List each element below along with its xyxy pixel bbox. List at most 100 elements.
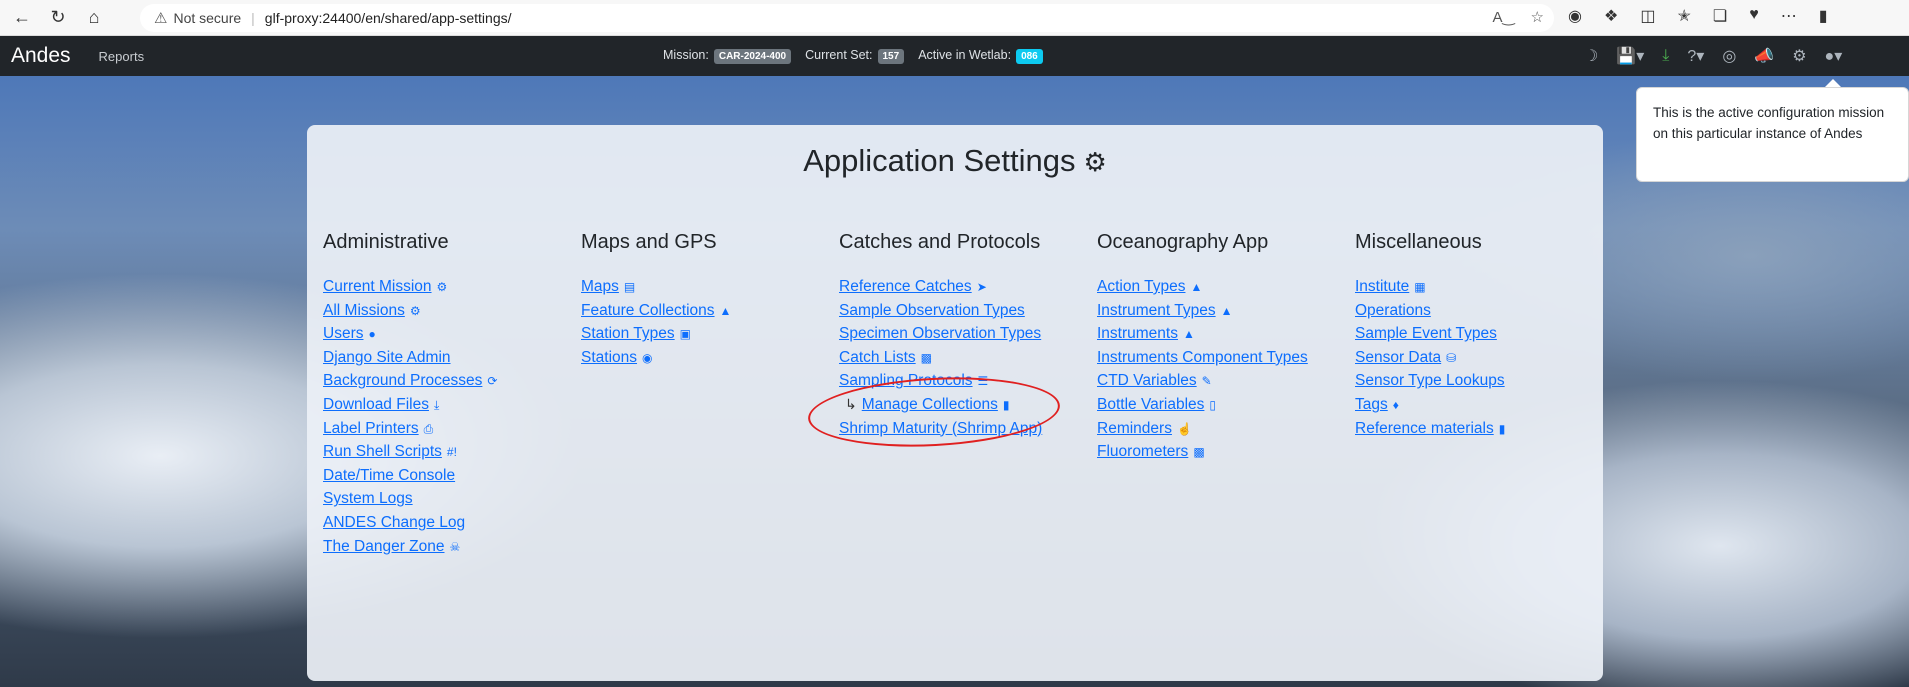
link-danger-zone[interactable]: The Danger Zone ☠: [323, 535, 573, 559]
link-tags[interactable]: Tags ♦: [1355, 393, 1605, 417]
link-label: Fluorometers: [1097, 443, 1189, 461]
link-label: Institute: [1355, 278, 1410, 295]
target-icon[interactable]: ◎: [1722, 46, 1736, 66]
sync-icon: ⟳: [487, 374, 498, 389]
gear-icon: ⚙: [436, 280, 448, 294]
link-institute[interactable]: Institute ▦: [1355, 275, 1605, 299]
link-label: Stations: [581, 348, 638, 366]
address-bar[interactable]: ⚠ Not secure | glf-proxy:24400/en/shared…: [140, 4, 1554, 32]
rocket-icon: ▲: [1190, 280, 1203, 294]
link-label: Reference Catches: [839, 278, 972, 295]
back-icon[interactable]: ←: [8, 4, 36, 32]
link-label: Sensor Type Lookups: [1355, 372, 1505, 390]
link-label: Current Mission: [323, 278, 432, 295]
link-label: Station Types: [581, 325, 675, 343]
link-system-logs[interactable]: System Logs: [323, 487, 573, 511]
column-administrative: Administrative Current Mission ⚙ All Miss…: [323, 231, 573, 558]
split-screen-icon[interactable]: ◫: [1640, 6, 1655, 26]
url-separator: |: [251, 10, 255, 26]
link-fluorometers[interactable]: Fluorometers ▩: [1097, 440, 1347, 464]
link-label: Sensor Data: [1355, 348, 1442, 366]
link-ctd-variables[interactable]: CTD Variables ✎: [1097, 369, 1347, 393]
performance-icon[interactable]: ♥: [1749, 6, 1759, 26]
link-andes-change-log[interactable]: ANDES Change Log: [323, 511, 573, 535]
link-label: ANDES Change Log: [323, 513, 466, 531]
help-icon[interactable]: ?▾: [1687, 46, 1704, 66]
gears-icon[interactable]: ⚙: [1792, 46, 1806, 66]
link-label-printers[interactable]: Label Printers ⎙: [323, 417, 573, 441]
rocket-icon: ▲: [1220, 303, 1233, 318]
mission-badge: CAR-2024-400: [713, 49, 792, 64]
collections-icon[interactable]: ❏: [1713, 6, 1727, 26]
link-label: CTD Variables: [1097, 372, 1197, 390]
link-current-mission[interactable]: Current Mission ⚙: [323, 275, 573, 299]
page-title-text: Application Settings: [803, 143, 1076, 178]
link-django-site-admin[interactable]: Django Site Admin: [323, 346, 573, 370]
link-label: The Danger Zone: [323, 537, 445, 555]
link-station-types[interactable]: Station Types ▣: [581, 322, 831, 346]
link-label: Catch Lists: [839, 348, 916, 366]
link-operations[interactable]: Operations: [1355, 299, 1605, 323]
favorite-star-icon[interactable]: ☆: [1531, 8, 1544, 26]
bottle-icon: ▯: [1209, 397, 1217, 412]
link-stations[interactable]: Stations ◉: [581, 346, 831, 370]
link-label: All Missions: [323, 301, 405, 319]
link-instruments[interactable]: Instruments ▲: [1097, 322, 1347, 346]
link-label: Operations: [1355, 301, 1431, 319]
link-sample-observation-types[interactable]: Sample Observation Types: [839, 299, 1089, 323]
link-sample-event-types[interactable]: Sample Event Types: [1355, 322, 1605, 346]
warning-icon: ⚠: [154, 10, 168, 27]
mission-tooltip: This is the active configuration mission…: [1636, 87, 1909, 182]
link-reminders[interactable]: Reminders ☝: [1097, 417, 1347, 441]
extensions-icon[interactable]: ❖: [1604, 6, 1618, 26]
link-bottle-variables[interactable]: Bottle Variables ▯: [1097, 393, 1347, 417]
link-label: System Logs: [323, 490, 413, 508]
brand-logo[interactable]: Andes: [11, 44, 71, 68]
link-instrument-types[interactable]: Instrument Types ▲: [1097, 299, 1347, 323]
link-label: Tags: [1355, 395, 1388, 413]
link-specimen-observation-types[interactable]: Specimen Observation Types: [839, 322, 1089, 346]
mission-label: Mission:: [663, 48, 709, 62]
sidebar-icon[interactable]: ▮: [1819, 6, 1828, 26]
download-icon[interactable]: ⤓: [1662, 47, 1669, 65]
mission-indicator[interactable]: Mission: CAR-2024-400: [663, 48, 792, 64]
link-instruments-component-types[interactable]: Instruments Component Types: [1097, 346, 1347, 370]
rocket-icon: ▲: [1182, 327, 1195, 342]
link-sensor-type-lookups[interactable]: Sensor Type Lookups: [1355, 369, 1605, 393]
favorites-icon[interactable]: ✭: [1677, 6, 1690, 26]
link-label: Users: [323, 325, 364, 343]
home-icon[interactable]: ⌂: [80, 4, 108, 32]
user-account-icon[interactable]: ●▾: [1825, 46, 1843, 66]
column-heading: Maps and GPS: [581, 231, 717, 253]
link-sensor-data[interactable]: Sensor Data ⛁: [1355, 346, 1605, 370]
save-icon[interactable]: 💾▾: [1616, 46, 1644, 66]
pencil-icon: ✎: [1201, 374, 1212, 389]
link-run-shell-scripts[interactable]: Run Shell Scripts #!: [323, 440, 573, 464]
link-reference-materials[interactable]: Reference materials ▮: [1355, 417, 1605, 441]
current-set-indicator[interactable]: Current Set: 157: [805, 48, 905, 64]
column-heading: Miscellaneous: [1355, 231, 1482, 253]
link-background-processes[interactable]: Background Processes ⟳: [323, 369, 573, 393]
nav-reports-link[interactable]: Reports: [99, 49, 145, 64]
link-feature-collections[interactable]: Feature Collections ▲: [581, 299, 831, 323]
wetlab-indicator[interactable]: Active in Wetlab: 086: [918, 48, 1043, 64]
link-reference-catches[interactable]: Reference Catches ➤: [839, 275, 1089, 299]
reload-icon[interactable]: ↻: [44, 4, 72, 32]
column-heading: Administrative: [323, 231, 449, 253]
link-download-files[interactable]: Download Files ⤓: [323, 393, 573, 417]
link-catch-lists[interactable]: Catch Lists ▩: [839, 346, 1089, 370]
gears-icon: ⚙: [1083, 147, 1107, 177]
link-action-types[interactable]: Action Types ▲: [1097, 275, 1347, 299]
link-label: Sample Event Types: [1355, 325, 1497, 343]
wetlab-label: Active in Wetlab:: [918, 48, 1012, 62]
more-icon[interactable]: ⋯: [1781, 6, 1797, 26]
read-aloud-icon[interactable]: A‿: [1492, 8, 1514, 26]
link-date-time-console[interactable]: Date/Time Console: [323, 464, 573, 488]
link-maps[interactable]: Maps ▤: [581, 275, 831, 299]
extension-shield-icon[interactable]: ◉: [1568, 6, 1582, 26]
link-users[interactable]: Users ●: [323, 322, 573, 346]
link-all-missions[interactable]: All Missions ⚙: [323, 299, 573, 323]
dark-mode-icon[interactable]: ☽: [1584, 46, 1598, 66]
pin-icon: ◉: [642, 350, 653, 365]
megaphone-icon[interactable]: 📣: [1754, 46, 1774, 66]
